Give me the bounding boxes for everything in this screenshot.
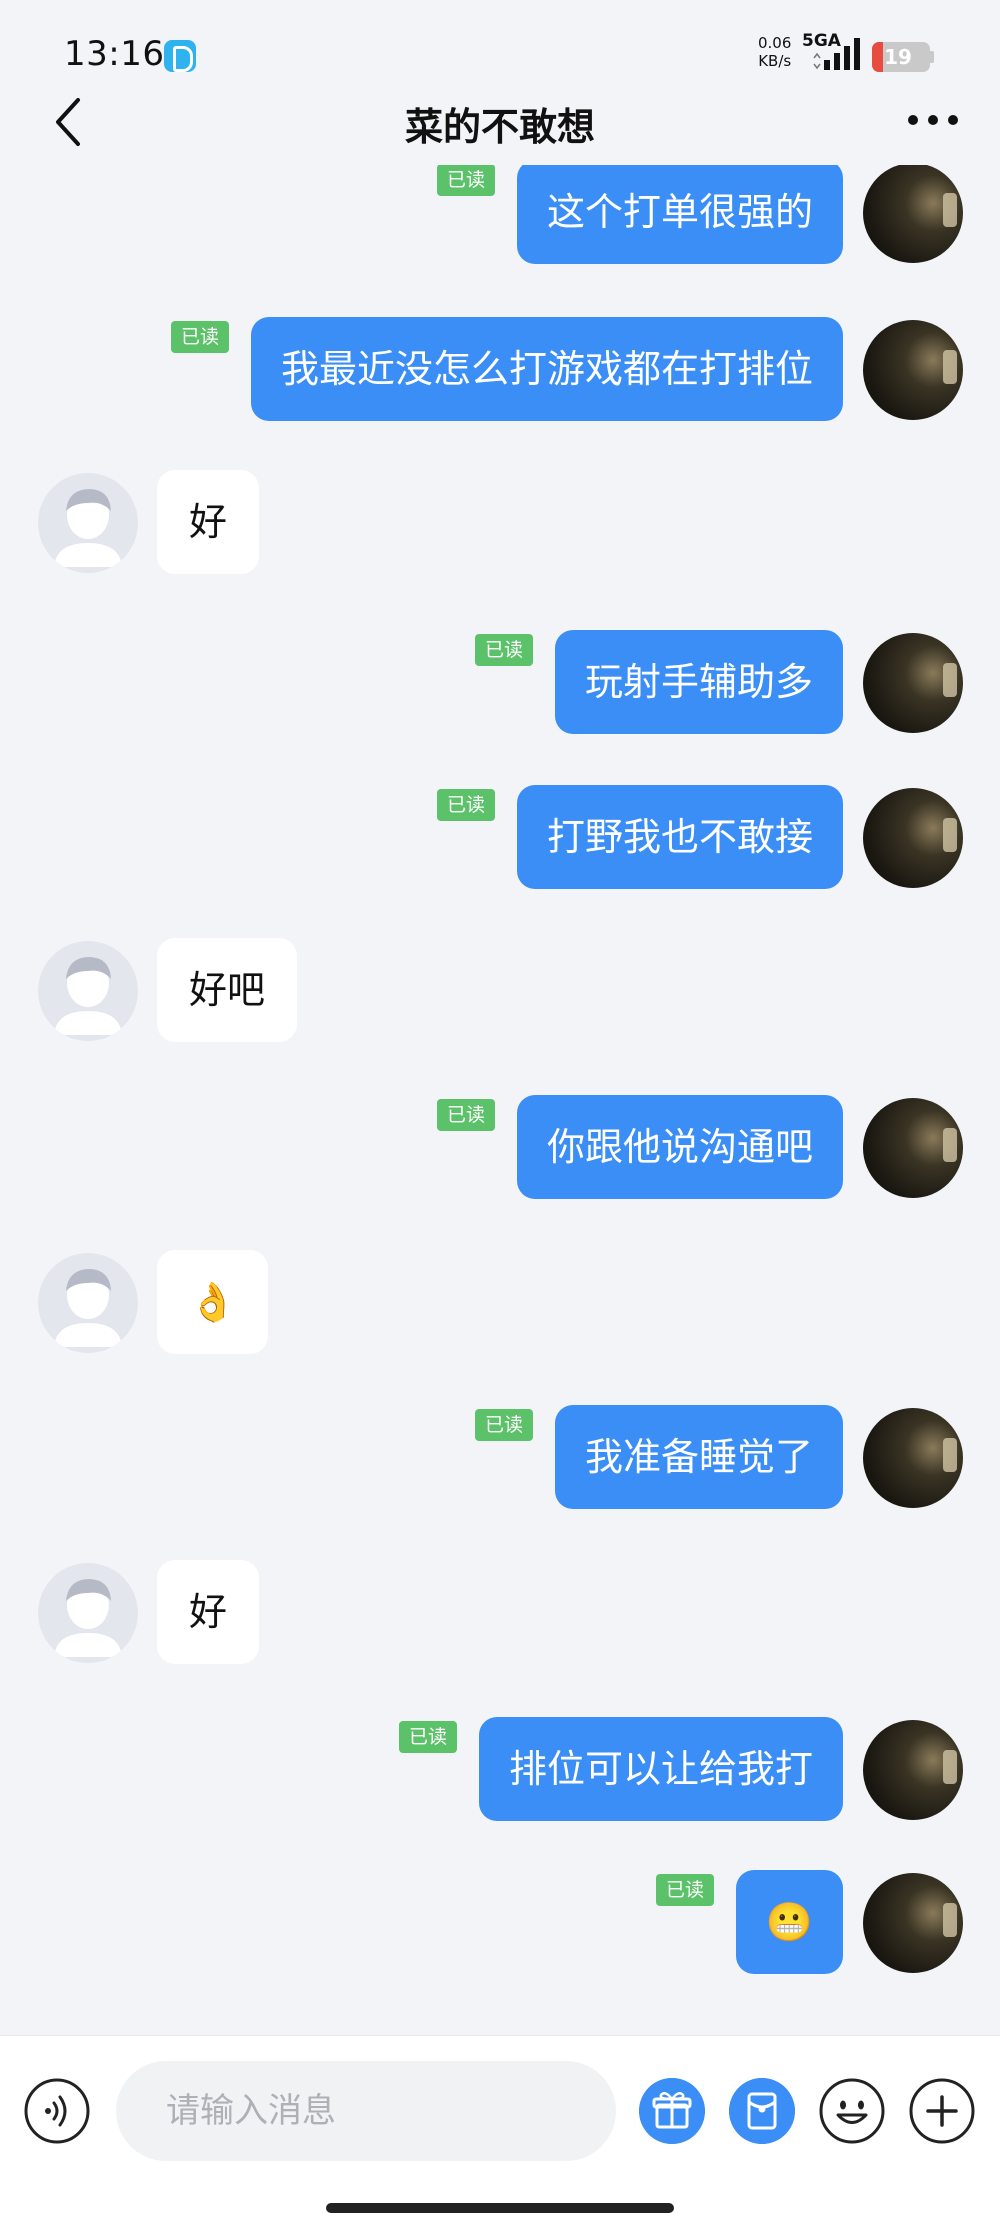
gift-icon[interactable] xyxy=(639,2078,705,2144)
input-bar xyxy=(0,2035,1000,2225)
sent-message: 我准备睡觉了 已读 xyxy=(0,1405,1000,1515)
contact-avatar[interactable] xyxy=(38,473,138,573)
default-avatar-icon xyxy=(54,957,122,1035)
my-avatar[interactable] xyxy=(863,165,963,263)
voice-icon[interactable] xyxy=(24,2078,90,2144)
received-message: 👌 xyxy=(0,1250,1000,1360)
chat-title: 菜的不敢想 xyxy=(404,105,595,149)
my-avatar[interactable] xyxy=(863,788,963,888)
message-bubble[interactable]: 玩射手辅助多 xyxy=(554,630,843,734)
my-avatar[interactable] xyxy=(863,1720,963,1820)
message-list[interactable]: 这个打单很强的 已读 我最近没怎么打游戏都在打排位 已读好玩射手辅助多 已读 打野我也不敢… xyxy=(0,165,1000,2035)
received-message: 好 xyxy=(0,1560,1000,1670)
battery-level: 19 xyxy=(884,45,912,69)
my-avatar[interactable] xyxy=(863,1408,963,1508)
sent-message: 😬 已读 xyxy=(0,1870,1000,1980)
red-packet-icon[interactable] xyxy=(729,2078,795,2144)
my-avatar[interactable] xyxy=(863,633,963,733)
emoji-icon[interactable] xyxy=(819,2078,885,2144)
read-badge: 已读 xyxy=(437,165,496,196)
message-bubble[interactable]: 这个打单很强的 xyxy=(516,165,843,264)
network-speed-unit: KB/s xyxy=(758,52,792,70)
sent-message: 排位可以让给我打 已读 xyxy=(0,1717,1000,1827)
sent-message: 我最近没怎么打游戏都在打排位 已读 xyxy=(0,317,1000,427)
message-input[interactable] xyxy=(116,2061,616,2161)
sent-message: 打野我也不敢接 已读 xyxy=(0,785,1000,895)
read-badge: 已读 xyxy=(437,789,496,821)
received-message: 好吧 xyxy=(0,938,1000,1048)
message-bubble[interactable]: 👌 xyxy=(157,1250,269,1354)
network-speed: 0.06 KB/s xyxy=(758,34,791,70)
my-avatar[interactable] xyxy=(863,1098,963,1198)
contact-avatar[interactable] xyxy=(38,941,138,1041)
received-message: 好 xyxy=(0,470,1000,580)
default-avatar-icon xyxy=(54,489,122,567)
app-notification-icon xyxy=(164,40,196,72)
signal-icon xyxy=(813,38,860,70)
message-bubble[interactable]: 排位可以让给我打 xyxy=(478,1717,843,1821)
message-bubble[interactable]: 我准备睡觉了 xyxy=(554,1405,843,1509)
read-badge: 已读 xyxy=(399,1721,458,1753)
network-speed-value: 0.06 xyxy=(758,34,792,52)
message-bubble[interactable]: 好吧 xyxy=(157,938,298,1042)
message-bubble[interactable]: 你跟他说沟通吧 xyxy=(516,1095,843,1199)
my-avatar[interactable] xyxy=(863,1873,963,1973)
status-time: 13:16 xyxy=(64,34,165,74)
chat-header: 菜的不敢想 xyxy=(0,80,1000,170)
sent-message: 这个打单很强的 已读 xyxy=(0,165,1000,270)
default-avatar-icon xyxy=(54,1579,122,1657)
default-avatar-icon xyxy=(54,1269,122,1347)
sent-message: 玩射手辅助多 已读 xyxy=(0,630,1000,740)
read-badge: 已读 xyxy=(656,1874,715,1906)
read-badge: 已读 xyxy=(437,1099,496,1131)
read-badge: 已读 xyxy=(475,634,534,666)
more-dots-icon[interactable] xyxy=(905,100,961,140)
sent-message: 你跟他说沟通吧 已读 xyxy=(0,1095,1000,1205)
read-badge: 已读 xyxy=(171,321,230,353)
message-bubble[interactable]: 打野我也不敢接 xyxy=(516,785,843,889)
battery-tip xyxy=(930,51,934,63)
home-indicator[interactable] xyxy=(326,2203,674,2213)
message-bubble[interactable]: 😬 xyxy=(735,1870,843,1974)
message-bubble[interactable]: 好 xyxy=(157,1560,260,1664)
message-bubble[interactable]: 我最近没怎么打游戏都在打排位 xyxy=(250,317,843,421)
read-badge: 已读 xyxy=(475,1409,534,1441)
my-avatar[interactable] xyxy=(863,320,963,420)
battery-icon: 19 xyxy=(872,42,930,72)
plus-icon[interactable] xyxy=(909,2078,975,2144)
message-bubble[interactable]: 好 xyxy=(157,470,260,574)
contact-avatar[interactable] xyxy=(38,1563,138,1663)
contact-avatar[interactable] xyxy=(38,1253,138,1353)
